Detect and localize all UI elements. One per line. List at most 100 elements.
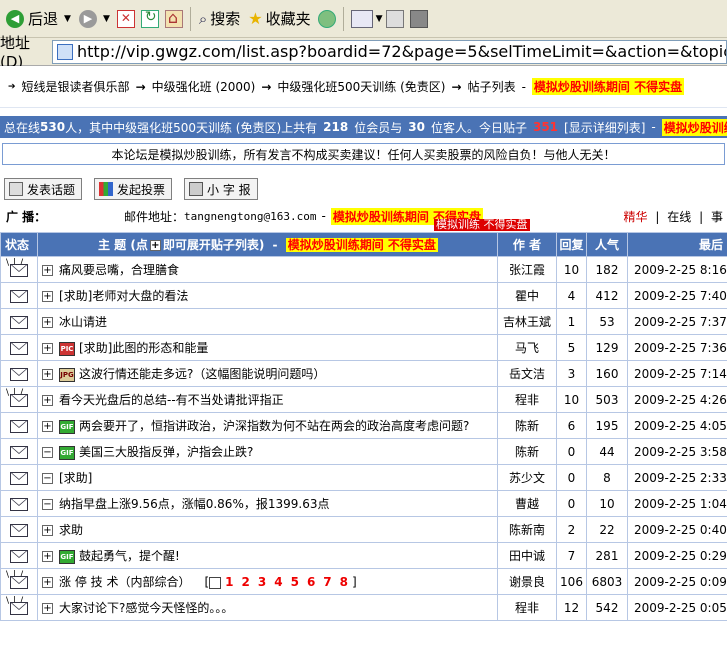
author-cell[interactable]: 曹越 (497, 490, 557, 517)
page-link[interactable]: 2 (242, 575, 250, 589)
topic-title[interactable]: [求助]此图的形态和能量 (79, 341, 208, 355)
print-icon[interactable] (385, 9, 404, 28)
expand-toggle-icon[interactable]: + (42, 343, 53, 354)
views-cell: 44 (586, 438, 628, 465)
address-url: http://vip.gwgz.com/list.asp?boardid=72&… (77, 42, 726, 61)
expand-toggle-icon[interactable]: + (42, 317, 53, 328)
broadcast-email[interactable]: tangnengtong@163.com (184, 210, 316, 223)
table-row[interactable]: + JPG 这波行情还能走多远?（这幅图能说明问题吗） 岳文洁 3 160 2009-2-2… (0, 360, 727, 387)
topic-title[interactable]: 这波行情还能走多远?（这幅图能说明问题吗） (79, 367, 325, 381)
author-cell[interactable]: 陈新 (497, 438, 557, 465)
address-input[interactable]: http://vip.gwgz.com/list.asp?boardid=72&… (52, 39, 727, 64)
topic-title[interactable]: 鼓起勇气，提个醒! (79, 549, 180, 563)
table-row[interactable]: + [求助]老师对大盘的看法 瞿中 4 412 2009-2-25 7:40 (0, 282, 727, 309)
online-link[interactable]: 在线 (667, 210, 691, 224)
gif-badge-icon: GIF (59, 419, 75, 434)
author-cell[interactable]: 程非 (497, 594, 557, 621)
small-font-button[interactable]: 小 字 报 (184, 178, 258, 200)
topic-title[interactable]: [求助]老师对大盘的看法 (59, 289, 188, 303)
author-cell[interactable]: 陈新南 (497, 516, 557, 543)
edit-icon[interactable] (409, 9, 428, 28)
stats-detail-link[interactable]: [显示详细列表] (564, 119, 645, 136)
table-row[interactable]: \|/ + 大家讨论下?感觉今天怪怪的。。。 程非 12 542 2009-2-25 0:0… (0, 594, 727, 621)
expand-toggle-icon[interactable]: − (42, 473, 53, 484)
author-cell[interactable]: 张江霞 (497, 256, 557, 283)
topic-title[interactable]: 冰山请进 (59, 315, 107, 329)
events-link[interactable]: 事 (711, 210, 723, 224)
topic-title[interactable]: 求助 (59, 523, 83, 537)
breadcrumb-dash: - (521, 79, 526, 94)
topic-title[interactable]: 痛风要忌嘴，合理膳食 (59, 263, 179, 277)
new-poll-button[interactable]: 发起投票 (94, 178, 173, 200)
mail-icon (10, 445, 28, 459)
chevron-down-icon[interactable]: ▼ (376, 14, 383, 24)
topic-title[interactable]: 涨 停 技 术（内部综合） (59, 575, 190, 589)
mail-icon (10, 523, 28, 537)
expand-toggle-icon[interactable]: + (42, 421, 53, 432)
media-icon[interactable] (317, 9, 336, 28)
link-divider: | (655, 210, 660, 224)
author-cell[interactable]: 程非 (497, 386, 557, 413)
stats-dash: - (651, 120, 656, 134)
author-cell[interactable]: 马飞 (497, 334, 557, 361)
topic-title[interactable]: 看今天光盘后的总结--有不当处请批评指正 (59, 393, 284, 407)
table-row[interactable]: + 冰山请进 吉林王斌 1 53 2009-2-25 7:37 (0, 308, 727, 335)
author-cell[interactable]: 谢景良 (497, 568, 557, 595)
expand-toggle-icon[interactable]: + (42, 369, 53, 380)
author-cell[interactable]: 苏少文 (497, 464, 557, 491)
expand-toggle-icon[interactable]: − (42, 499, 53, 510)
mail-icon[interactable] (350, 9, 373, 28)
mail-icon (10, 419, 28, 433)
back-button[interactable]: ◀ 后退 ▼ (2, 4, 75, 34)
breadcrumb-item[interactable]: 短线是银读者俱乐部 (22, 78, 130, 95)
new-topic-button[interactable]: 发表话题 (4, 178, 83, 200)
page-link[interactable]: 3 (258, 575, 266, 589)
page-link[interactable]: 4 (274, 575, 282, 589)
page-link[interactable]: 1 (225, 575, 233, 589)
author-cell[interactable]: 吉林王斌 (497, 308, 557, 335)
page-link[interactable]: 8 (340, 575, 348, 589)
table-row[interactable]: − 纳指早盘上涨9.56点，涨幅0.86%，报1399.63点 曹越 0 10 2009-… (0, 490, 727, 517)
table-row[interactable]: + PIC [求助]此图的形态和能量 马飞 5 129 2009-2-25 7:36 (0, 334, 727, 361)
author-cell[interactable]: 田中诚 (497, 542, 557, 569)
refresh-icon[interactable] (140, 9, 159, 28)
search-button[interactable]: ⌕ 搜索 (195, 4, 244, 34)
views-cell: 10 (586, 490, 628, 517)
table-row[interactable]: + GIF 两会要开了，恒指讲政治，沪深指数为何不站在两会的政治高度考虑问题? 陈新 6… (0, 412, 727, 439)
table-row[interactable]: − [求助] 苏少文 0 8 2009-2-25 2:33 (0, 464, 727, 491)
breadcrumb-item[interactable]: 中级强化班500天训练 (免责区) (277, 78, 445, 95)
expand-toggle-icon[interactable]: + (42, 291, 53, 302)
expand-toggle-icon[interactable]: + (42, 551, 53, 562)
chevron-down-icon[interactable]: ▼ (103, 14, 110, 24)
topic-title[interactable]: 两会要开了，恒指讲政治，沪深指数为何不站在两会的政治高度考虑问题? (79, 419, 469, 433)
expand-toggle-icon[interactable]: + (42, 395, 53, 406)
table-row[interactable]: − GIF 美国三大股指反弹，沪指会止跌? 陈新 0 44 2009-2-25 3:58 (0, 438, 727, 465)
table-row[interactable]: + 求助 陈新南 2 22 2009-2-25 0:40 (0, 516, 727, 543)
stop-icon[interactable] (116, 9, 135, 28)
expand-toggle-icon[interactable]: + (42, 525, 53, 536)
table-row[interactable]: + GIF 鼓起勇气，提个醒! 田中诚 7 281 2009-2-25 0:29 (0, 542, 727, 569)
expand-toggle-icon[interactable]: + (42, 265, 53, 276)
topic-title[interactable]: 纳指早盘上涨9.56点，涨幅0.86%，报1399.63点 (59, 497, 329, 511)
essence-link[interactable]: 精华 (624, 210, 648, 224)
breadcrumb-item[interactable]: 中级强化班 (2000) (152, 78, 256, 95)
topic-title[interactable]: 美国三大股指反弹，沪指会止跌? (79, 445, 253, 459)
author-cell[interactable]: 瞿中 (497, 282, 557, 309)
author-cell[interactable]: 岳文洁 (497, 360, 557, 387)
table-row[interactable]: \|/ + 痛风要忌嘴，合理膳食 张江霞 10 182 2009-2-25 8:16 (0, 256, 727, 283)
page-link[interactable]: 7 (323, 575, 331, 589)
chevron-down-icon[interactable]: ▼ (64, 14, 71, 24)
page-link[interactable]: 5 (291, 575, 299, 589)
table-row[interactable]: \|/ + 看今天光盘后的总结--有不当处请批评指正 程非 10 503 2009-2-25… (0, 386, 727, 413)
page-link[interactable]: 6 (307, 575, 315, 589)
expand-toggle-icon[interactable]: + (42, 577, 53, 588)
expand-toggle-icon[interactable]: + (42, 603, 53, 614)
table-row[interactable]: \|/ + 涨 停 技 术（内部综合） [1 2 3 4 5 6 7 8] 谢景良 106 6803 200… (0, 568, 727, 595)
topic-title[interactable]: 大家讨论下?感觉今天怪怪的。。。 (59, 601, 233, 615)
home-icon[interactable] (164, 8, 183, 28)
forward-button[interactable]: ▶ ▼ (75, 4, 114, 34)
topic-title[interactable]: [求助] (59, 471, 92, 485)
favorites-button[interactable]: ★ 收藏夹 (244, 4, 314, 34)
expand-toggle-icon[interactable]: − (42, 447, 53, 458)
author-cell[interactable]: 陈新 (497, 412, 557, 439)
